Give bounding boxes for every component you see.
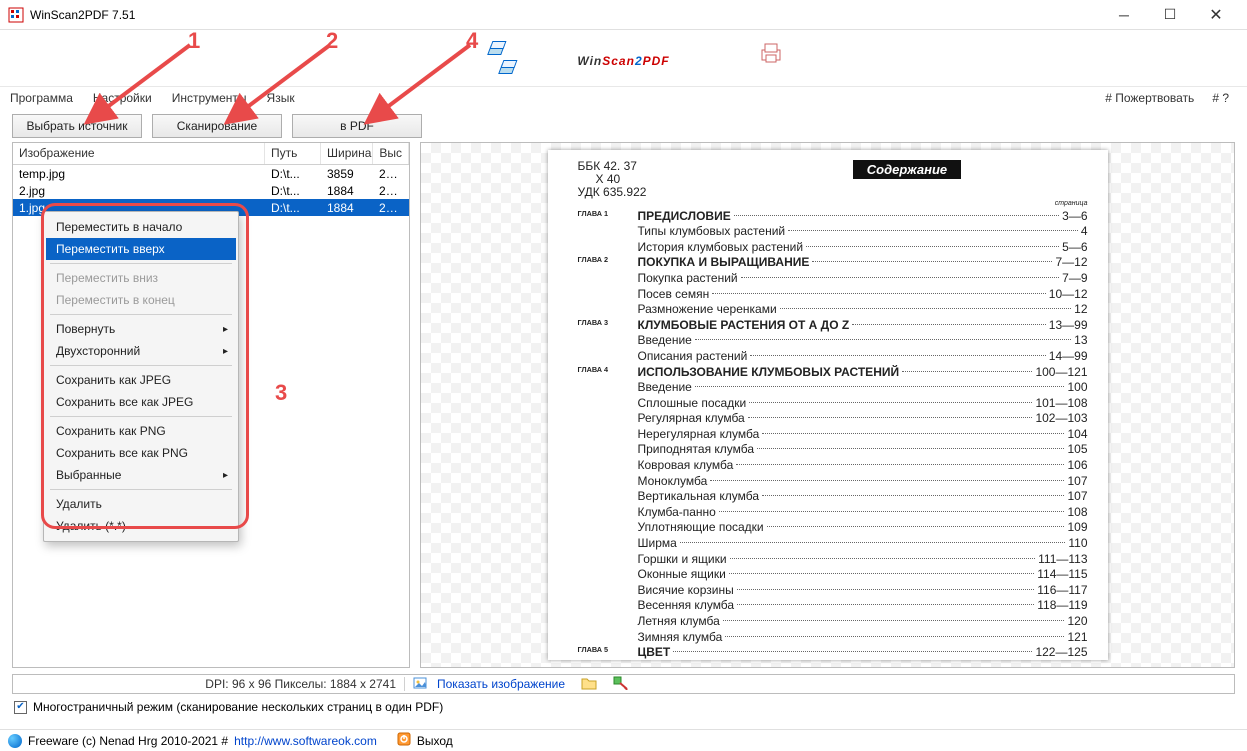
minimize-button[interactable]: ─ [1101, 0, 1147, 30]
menu-help[interactable]: # ? [1208, 89, 1233, 107]
app-logo-text: WinScan2PDF [577, 45, 669, 71]
cm-delete-all[interactable]: Удалить (*.*) [46, 515, 236, 537]
cm-separator [50, 365, 232, 366]
col-image[interactable]: Изображение [13, 143, 265, 164]
titlebar: WinScan2PDF 7.51 ─ ☐ ✕ [0, 0, 1247, 30]
to-pdf-button[interactable]: в PDF [292, 114, 422, 138]
cm-save-png[interactable]: Сохранить как PNG [46, 420, 236, 442]
maximize-button[interactable]: ☐ [1147, 0, 1193, 30]
cm-move-down: Переместить вниз [46, 267, 236, 289]
window-buttons: ─ ☐ ✕ [1101, 0, 1239, 30]
select-source-button[interactable]: Выбрать источник [12, 114, 142, 138]
cm-separator [50, 263, 232, 264]
footer: Freeware (c) Nenad Hrg 2010-2021 # http:… [0, 729, 1247, 751]
window-title: WinScan2PDF 7.51 [30, 8, 1101, 22]
folder-icon[interactable] [581, 676, 597, 693]
submenu-arrow-icon: ▸ [223, 470, 228, 481]
footer-text: Freeware (c) Nenad Hrg 2010-2021 # [28, 734, 228, 748]
scanner-icon [500, 60, 518, 74]
toolbar: Выбрать источник Сканирование в PDF [0, 108, 1247, 142]
cm-move-top[interactable]: Переместить в начало [46, 216, 236, 238]
preview-title: Содержание [853, 160, 961, 179]
globe-icon [8, 734, 22, 748]
cm-save-all-jpeg[interactable]: Сохранить все как JPEG [46, 391, 236, 413]
cm-separator [50, 416, 232, 417]
bbk-block: ББК 42. 37 Х 40 УДК 635.922 [578, 160, 647, 200]
multipage-checkbox[interactable] [14, 701, 27, 714]
page-label: страница [578, 200, 1088, 207]
cm-separator [50, 489, 232, 490]
menubar: Программа Настройки Инструменты Язык # П… [0, 86, 1247, 108]
cm-move-bottom: Переместить в конец [46, 289, 236, 311]
submenu-arrow-icon: ▸ [223, 346, 228, 357]
cm-save-jpeg[interactable]: Сохранить как JPEG [46, 369, 236, 391]
status-dpi: DPI: 96 x 96 Пикселы: 1884 x 2741 [19, 677, 405, 691]
cm-separator [50, 314, 232, 315]
cm-move-up[interactable]: Переместить вверх [46, 238, 236, 260]
footer-url[interactable]: http://www.softwareok.com [234, 734, 377, 748]
col-height[interactable]: Выс [373, 143, 409, 164]
col-width[interactable]: Ширина [321, 143, 373, 164]
col-path[interactable]: Путь [265, 143, 321, 164]
cm-save-all-png[interactable]: Сохранить все как PNG [46, 442, 236, 464]
preview-page: ББК 42. 37 Х 40 УДК 635.922 Содержание с… [548, 150, 1108, 660]
app-header: WinScan2PDF [0, 30, 1247, 86]
menu-program[interactable]: Программа [6, 89, 77, 107]
printer-icon [760, 53, 786, 67]
image-list-pane: Изображение Путь Ширина Выс temp.jpgD:\t… [12, 142, 410, 668]
table-row[interactable]: temp.jpgD:\t...38592741 [13, 165, 409, 182]
table-header: Изображение Путь Ширина Выс [13, 143, 409, 165]
table-row[interactable]: 2.jpgD:\t...18842741 [13, 182, 409, 199]
status-bar: DPI: 96 x 96 Пикселы: 1884 x 2741 Показа… [12, 674, 1235, 694]
menu-donate[interactable]: # Пожертвовать [1101, 89, 1198, 107]
preview-pane[interactable]: ББК 42. 37 Х 40 УДК 635.922 Содержание с… [420, 142, 1235, 668]
cm-duplex[interactable]: Двухсторонний▸ [46, 340, 236, 362]
show-image-link[interactable]: Показать изображение [437, 677, 565, 691]
submenu-arrow-icon: ▸ [223, 324, 228, 335]
scanner-icon [489, 41, 507, 55]
cm-delete[interactable]: Удалить [46, 493, 236, 515]
multipage-row: Многостраничный режим (сканирование неск… [0, 694, 1247, 720]
app-icon [8, 7, 24, 23]
cm-rotate[interactable]: Повернуть▸ [46, 318, 236, 340]
scan-button[interactable]: Сканирование [152, 114, 282, 138]
cm-selected[interactable]: Выбранные▸ [46, 464, 236, 486]
table-body: temp.jpgD:\t...385927412.jpgD:\t...18842… [13, 165, 409, 216]
tool-icon[interactable] [613, 676, 629, 693]
workspace: Изображение Путь Ширина Выс temp.jpgD:\t… [0, 142, 1247, 672]
multipage-label: Многостраничный режим (сканирование неск… [33, 700, 443, 714]
menu-settings[interactable]: Настройки [89, 89, 156, 107]
context-menu: Переместить в начало Переместить вверх П… [43, 211, 239, 542]
close-button[interactable]: ✕ [1193, 0, 1239, 30]
logout-icon[interactable] [397, 732, 411, 749]
preview-icon[interactable] [413, 676, 429, 693]
logout-label[interactable]: Выход [417, 734, 453, 748]
toc: ГЛАВА 1ПРЕДИСЛОВИЕ3—6Типы клумбовых раст… [578, 209, 1088, 660]
menu-language[interactable]: Язык [263, 89, 299, 107]
menu-tools[interactable]: Инструменты [168, 89, 251, 107]
